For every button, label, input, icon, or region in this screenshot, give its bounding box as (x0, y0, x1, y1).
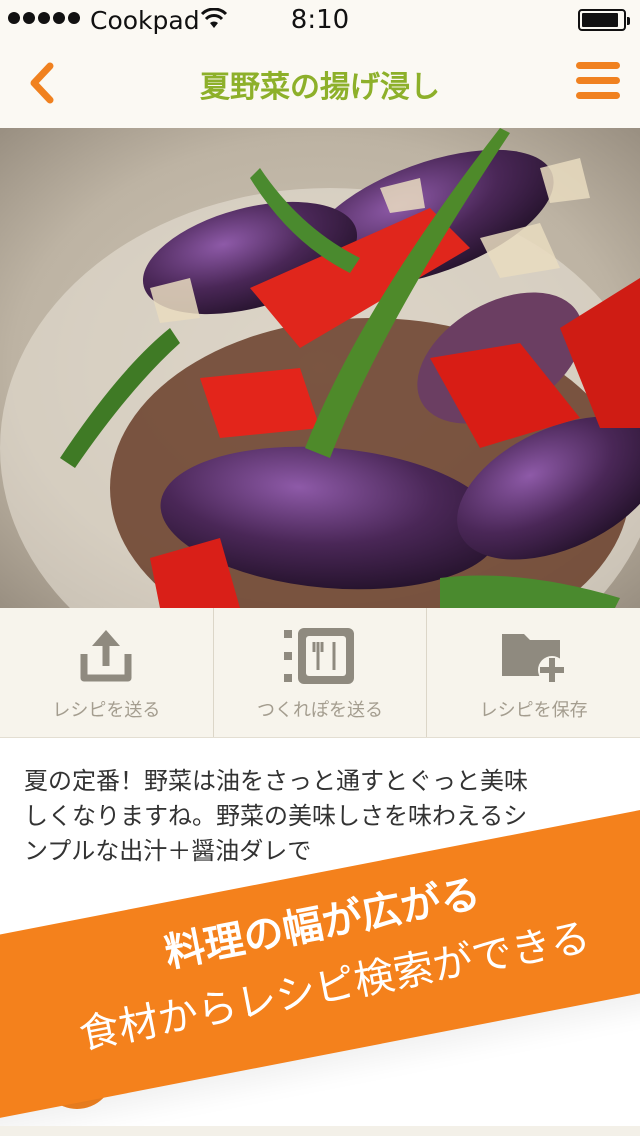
navigation-bar: 夏野菜の揚げ浸し (0, 40, 640, 128)
send-tsukurepo-label: つくれぽを送る (257, 700, 383, 721)
hamburger-menu-icon[interactable] (576, 62, 620, 102)
tsukurepo-icon (284, 628, 354, 684)
recipe-action-bar: レシピを送る つくれぽを送る レシピを保存 (0, 608, 640, 738)
send-recipe-button[interactable]: レシピを送る (0, 608, 213, 737)
folder-add-icon (501, 634, 566, 684)
status-bar: Cookpad 8:10 (0, 0, 640, 40)
page-title: 夏野菜の揚げ浸し (200, 70, 440, 105)
recipe-photo (0, 128, 640, 608)
send-recipe-label: レシピを送る (52, 700, 161, 721)
description-line: しくなりますね。野菜の美味しさを味わえるシ (24, 802, 528, 830)
share-icon (80, 630, 132, 682)
save-recipe-button[interactable]: レシピを保存 (426, 608, 640, 737)
save-recipe-label: レシピを保存 (479, 700, 588, 721)
bottom-strip (0, 1126, 640, 1136)
battery-icon (578, 9, 630, 31)
send-tsukurepo-button[interactable]: つくれぽを送る (212, 608, 427, 737)
status-time: 8:10 (290, 5, 350, 35)
description-line: 夏の定番！野菜は油をさっと通すとぐっと美味 (24, 767, 528, 795)
